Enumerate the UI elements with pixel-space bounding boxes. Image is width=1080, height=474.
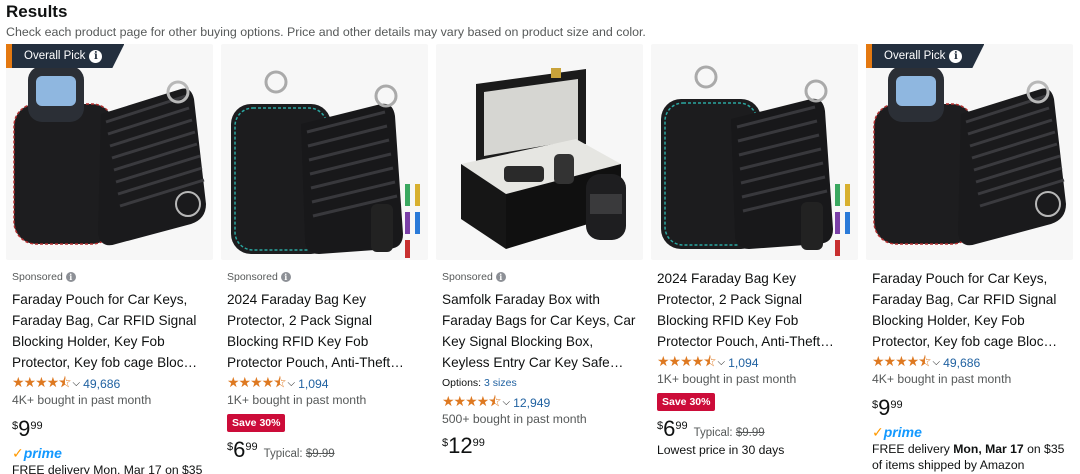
price[interactable]: $ 6 99 Typical: $9.99 (657, 417, 853, 441)
rating-row[interactable]: ★★★★⯪ ⌵ 1,094 (657, 353, 853, 371)
product-card[interactable]: Overall Pick i Faraday Pouch for Car Keys… (866, 44, 1073, 474)
star-rating-icon[interactable]: ★★★★⯪ (442, 391, 501, 415)
info-icon[interactable]: i (949, 50, 962, 63)
bought-text: 1K+ bought in past month (657, 372, 797, 386)
price-fraction: 99 (675, 420, 688, 432)
product-image[interactable] (651, 44, 858, 260)
results-heading: Results (6, 2, 68, 21)
price[interactable]: $ 6 99 Typical: $9.99 (227, 438, 423, 462)
price-whole: 6 (233, 437, 246, 462)
price-fraction: 99 (472, 437, 485, 449)
product-card[interactable]: Sponsored i 2024 Faraday Bag Key Protecto… (221, 44, 428, 474)
price-fraction: 99 (245, 441, 258, 453)
star-rating-icon[interactable]: ★★★★⯪ (657, 351, 716, 375)
results-grid: Overall Pick i Sponsored i Faraday Pouch f… (6, 44, 1080, 474)
review-count[interactable]: 12,949 (513, 396, 550, 410)
chevron-down-icon[interactable]: ⌵ (932, 357, 940, 368)
overall-pick-badge[interactable]: Overall Pick i (6, 44, 124, 68)
lowest-price-note: Lowest price in 30 days (657, 443, 785, 457)
product-title[interactable]: Samfolk Faraday Box with Faraday Bags fo… (442, 289, 638, 373)
prime-logo: ✓prime (12, 445, 62, 461)
product-image[interactable] (221, 44, 428, 260)
chevron-down-icon[interactable]: ⌵ (717, 357, 725, 368)
rating-row[interactable]: ★★★★⯪ ⌵ 49,686 (872, 353, 1068, 371)
sponsored-label[interactable]: Sponsored i (442, 270, 638, 284)
overall-pick-badge[interactable]: Overall Pick i (866, 44, 984, 68)
save-badge: Save 30% (657, 393, 716, 411)
typical-price: Typical: $9.99 (693, 427, 765, 439)
rating-row[interactable]: ★★★★⯪ ⌵ 1,094 (227, 374, 423, 392)
options-link[interactable]: 3 sizes (484, 377, 517, 389)
bought-text: 500+ bought in past month (442, 412, 587, 426)
faraday-box-image (461, 68, 626, 249)
results-subtitle: Check each product page for other buying… (6, 25, 646, 39)
product-title[interactable]: Faraday Pouch for Car Keys, Faraday Bag,… (872, 268, 1068, 352)
price-whole: 12 (448, 433, 473, 458)
review-count[interactable]: 49,686 (83, 377, 120, 391)
rating-row[interactable]: ★★★★⯪ ⌵ 49,686 (12, 374, 208, 392)
info-icon[interactable]: i (495, 272, 506, 282)
chevron-down-icon[interactable]: ⌵ (72, 378, 80, 389)
product-title[interactable]: 2024 Faraday Bag Key Protector, 2 Pack S… (657, 268, 853, 352)
review-count[interactable]: 1,094 (728, 356, 759, 370)
sponsored-label[interactable]: Sponsored i (227, 270, 423, 284)
price[interactable]: $ 9 99 (12, 417, 208, 441)
rating-row[interactable]: ★★★★⯪ ⌵ 12,949 (442, 393, 638, 411)
product-title[interactable]: 2024 Faraday Bag Key Protector, 2 Pack S… (227, 289, 423, 373)
chevron-down-icon[interactable]: ⌵ (502, 397, 510, 408)
review-count[interactable]: 49,686 (943, 356, 980, 370)
options-line[interactable]: Options: 3 sizes (442, 377, 638, 389)
product-image[interactable] (866, 44, 1073, 260)
star-rating-icon[interactable]: ★★★★⯪ (227, 372, 286, 396)
pouch-image (13, 66, 206, 246)
typical-price: Typical: $9.99 (263, 448, 335, 460)
delivery-text: FREE delivery Mon, Mar 17 on $35 of item… (872, 442, 1065, 472)
product-image[interactable] (6, 44, 213, 260)
star-rating-icon[interactable]: ★★★★⯪ (12, 372, 71, 396)
sponsored-label[interactable]: Sponsored i (12, 270, 208, 284)
product-title[interactable]: Faraday Pouch for Car Keys, Faraday Bag,… (12, 289, 208, 373)
product-card[interactable]: Sponsored i Samfolk Faraday Box with Fara… (436, 44, 643, 474)
chevron-down-icon[interactable]: ⌵ (287, 378, 295, 389)
star-rating-icon[interactable]: ★★★★⯪ (872, 351, 931, 375)
review-count[interactable]: 1,094 (298, 377, 329, 391)
bought-text: 4K+ bought in past month (12, 393, 152, 407)
delivery-text: FREE delivery Mon, Mar 17 on $35 (12, 463, 203, 474)
product-card[interactable]: Overall Pick i Sponsored i Faraday Pouch f… (6, 44, 213, 474)
price[interactable]: $ 9 99 (872, 396, 1068, 420)
pouch-image (873, 66, 1066, 246)
price-fraction: 99 (30, 420, 43, 432)
price-whole: 6 (663, 416, 676, 441)
info-icon[interactable]: i (89, 50, 102, 63)
price-whole: 9 (878, 395, 891, 420)
bought-text: 4K+ bought in past month (872, 372, 1012, 386)
price-whole: 9 (18, 416, 31, 441)
info-icon[interactable]: i (65, 272, 76, 282)
bought-text: 1K+ bought in past month (227, 393, 367, 407)
info-icon[interactable]: i (280, 272, 291, 282)
product-image[interactable] (436, 44, 643, 260)
pouch-image (231, 70, 420, 258)
pouch-image (661, 65, 850, 256)
price-fraction: 99 (890, 399, 903, 411)
save-badge: Save 30% (227, 414, 286, 432)
price[interactable]: $ 12 99 (442, 434, 638, 458)
product-card[interactable]: 2024 Faraday Bag Key Protector, 2 Pack S… (651, 44, 858, 474)
prime-logo: ✓prime (872, 424, 922, 440)
